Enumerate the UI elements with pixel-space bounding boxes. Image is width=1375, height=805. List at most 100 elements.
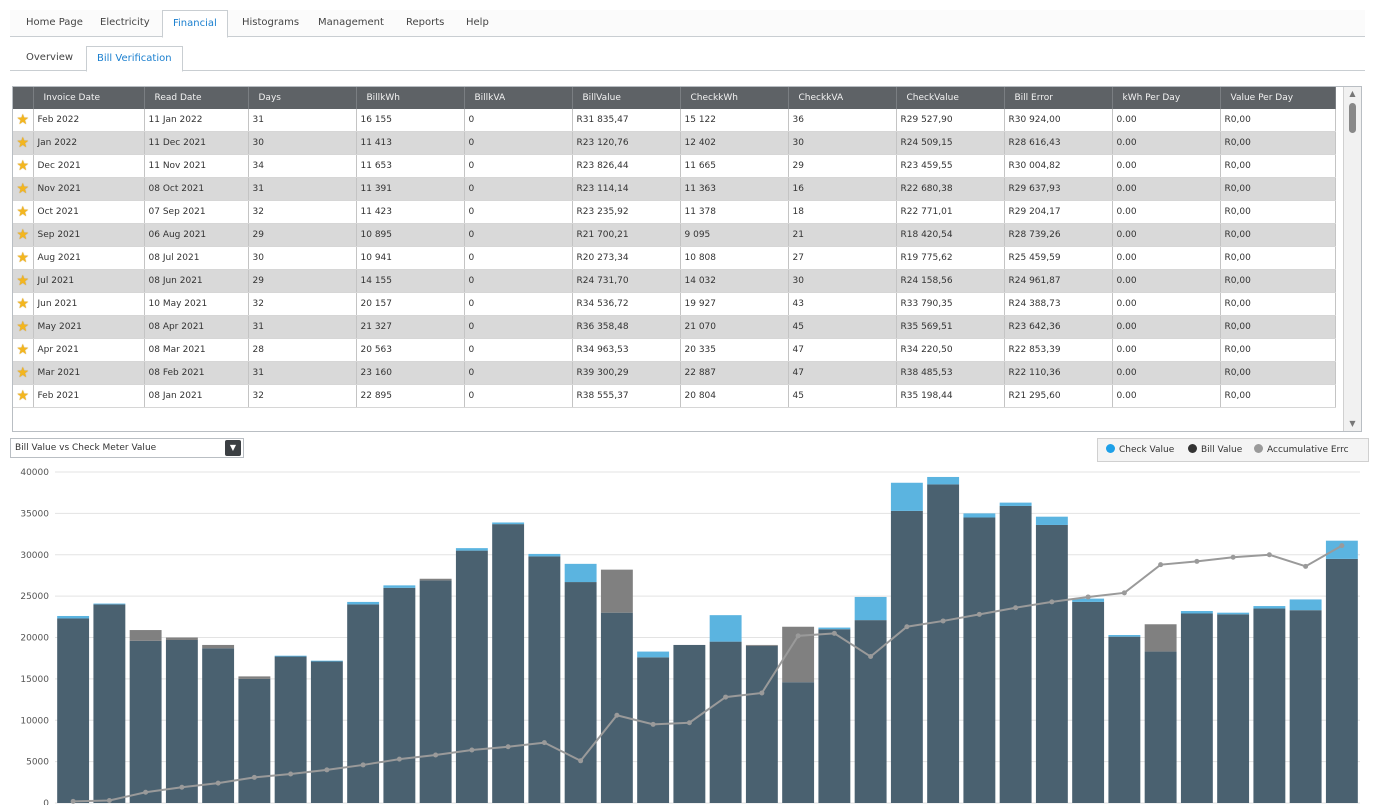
y-tick-label: 5000 (26, 758, 49, 768)
check-value-bar (528, 553, 561, 557)
table-cell: R0,00 (1220, 246, 1336, 270)
star-icon: ★ (16, 319, 30, 335)
table-cell: 11 363 (680, 177, 789, 201)
check-value-bar (564, 563, 597, 583)
tab-management[interactable]: Management (308, 10, 394, 36)
accumulative-error-point (795, 633, 801, 639)
accumulative-error-point (723, 694, 729, 700)
bill-value-bar (1144, 651, 1177, 803)
bill-value-bar (1325, 558, 1358, 803)
table-cell: R0,00 (1220, 269, 1336, 293)
table-row[interactable]: ★ Aug 2021 08 Jul 2021 30 10 941 0 R20 273,34 1… (13, 246, 1336, 270)
table-row[interactable]: ★ Jan 2022 11 Dec 2021 30 11 413 0 R23 120,76 1… (13, 131, 1336, 155)
table-cell: 0 (464, 131, 573, 155)
scroll-up-icon[interactable]: ▲ (1344, 87, 1361, 101)
row-star-cell: ★ (13, 109, 34, 132)
table-cell: 29 (788, 154, 897, 178)
chart-type-select[interactable]: Bill Value vs Check Meter Value ▼ (10, 438, 244, 458)
dropdown-arrow-icon[interactable]: ▼ (225, 440, 241, 456)
tab-reports[interactable]: Reports (396, 10, 454, 36)
tab-electricity[interactable]: Electricity (90, 10, 160, 36)
accumulative-error-point (505, 744, 511, 750)
table-cell: Jul 2021 (33, 269, 145, 293)
table-row[interactable]: ★ Nov 2021 08 Oct 2021 31 11 391 0 R23 114,14 1… (13, 177, 1336, 201)
star-icon: ★ (16, 388, 30, 404)
table-row[interactable]: ★ Jul 2021 08 Jun 2021 29 14 155 0 R24 731,70 1… (13, 269, 1336, 293)
table-cell: R21 700,21 (572, 223, 681, 247)
accumulative-error-point (1194, 558, 1200, 564)
accumulative-error-point (904, 624, 910, 630)
tab-histograms[interactable]: Histograms (232, 10, 309, 36)
accumulative-error-point (686, 720, 692, 726)
check-value-bar (637, 651, 670, 658)
bill-value-bar (202, 648, 235, 803)
table-row[interactable]: ★ Dec 2021 11 Nov 2021 34 11 653 0 R23 826,44 1… (13, 154, 1336, 178)
column-header[interactable]: Days (248, 87, 357, 109)
table-cell: 20 335 (680, 338, 789, 362)
column-header[interactable]: CheckkWh (680, 87, 789, 109)
table-cell: R35 198,44 (896, 384, 1005, 408)
column-header[interactable]: CheckValue (896, 87, 1005, 109)
column-header[interactable]: CheckkVA (788, 87, 897, 109)
bill-excess-bar (238, 676, 271, 679)
legend-check-value: Check Value (1106, 439, 1174, 461)
column-header[interactable]: BillkVA (464, 87, 573, 109)
table-row[interactable]: ★ Feb 2022 11 Jan 2022 31 16 155 0 R31 835,47 1… (13, 109, 1336, 132)
legend-accumulative-error: Accumulative Errc (1254, 439, 1349, 461)
table-cell: 0 (464, 177, 573, 201)
grid-vertical-scrollbar[interactable]: ▲ ▼ (1343, 87, 1361, 431)
accumulative-error-point (360, 762, 366, 768)
table-cell: R18 420,54 (896, 223, 1005, 247)
table-row[interactable]: ★ Sep 2021 06 Aug 2021 29 10 895 0 R21 700,21 9… (13, 223, 1336, 247)
table-cell: 0.00 (1112, 200, 1221, 224)
column-header[interactable]: BillkWh (356, 87, 465, 109)
table-cell: R0,00 (1220, 223, 1336, 247)
table-cell: R39 300,29 (572, 361, 681, 385)
table-row[interactable]: ★ May 2021 08 Apr 2021 31 21 327 0 R36 358,48 2… (13, 315, 1336, 339)
table-cell: 28 (248, 338, 357, 362)
table-row[interactable]: ★ Feb 2021 08 Jan 2021 32 22 895 0 R38 555,37 2… (13, 384, 1336, 408)
table-cell: 45 (788, 315, 897, 339)
tab-financial[interactable]: Financial (162, 10, 228, 38)
table-cell: 20 157 (356, 292, 465, 316)
row-star-cell: ★ (13, 154, 34, 178)
table-cell: 32 (248, 292, 357, 316)
scroll-down-icon[interactable]: ▼ (1344, 417, 1361, 431)
table-cell: R36 358,48 (572, 315, 681, 339)
table-row[interactable]: ★ Mar 2021 08 Feb 2021 31 23 160 0 R39 300,29 2… (13, 361, 1336, 385)
bill-value-bar (310, 661, 343, 803)
accumulative-error-point (324, 767, 330, 773)
column-header[interactable]: kWh Per Day (1112, 87, 1221, 109)
tab-overview[interactable]: Overview (16, 46, 83, 70)
table-row[interactable]: ★ Jun 2021 10 May 2021 32 20 157 0 R34 536,72 1… (13, 292, 1336, 316)
table-cell: May 2021 (33, 315, 145, 339)
bill-value-bar (1180, 613, 1213, 803)
table-cell: 22 895 (356, 384, 465, 408)
accumulative-error-point (1085, 594, 1091, 600)
scroll-thumb[interactable] (1349, 103, 1356, 133)
table-row[interactable]: ★ Apr 2021 08 Mar 2021 28 20 563 0 R34 963,53 2… (13, 338, 1336, 362)
star-icon: ★ (16, 250, 30, 266)
column-header[interactable]: Bill Error (1004, 87, 1113, 109)
accumulative-error-point (940, 618, 946, 624)
check-value-bar (854, 596, 887, 621)
bill-value-bar (709, 641, 742, 803)
table-row[interactable]: ★ Oct 2021 07 Sep 2021 32 11 423 0 R23 235,92 1… (13, 200, 1336, 224)
tab-help[interactable]: Help (456, 10, 499, 36)
table-cell: R25 459,59 (1004, 246, 1113, 270)
table-cell: 0 (464, 246, 573, 270)
table-cell: R35 569,51 (896, 315, 1005, 339)
column-header[interactable]: Value Per Day (1220, 87, 1336, 109)
bill-value-bar (1217, 614, 1250, 803)
legend-bill-label: Bill Value (1201, 445, 1243, 455)
bill-value-bar (1108, 636, 1141, 803)
tab-bill-verification[interactable]: Bill Verification (86, 46, 183, 72)
table-cell: 27 (788, 246, 897, 270)
tab-home-page[interactable]: Home Page (16, 10, 93, 36)
column-header[interactable]: Invoice Date (33, 87, 145, 109)
table-cell: R29 204,17 (1004, 200, 1113, 224)
bill-excess-bar (600, 569, 633, 613)
column-header[interactable]: Read Date (144, 87, 249, 109)
column-header[interactable]: BillValue (572, 87, 681, 109)
accumulative-error-point (106, 798, 112, 804)
